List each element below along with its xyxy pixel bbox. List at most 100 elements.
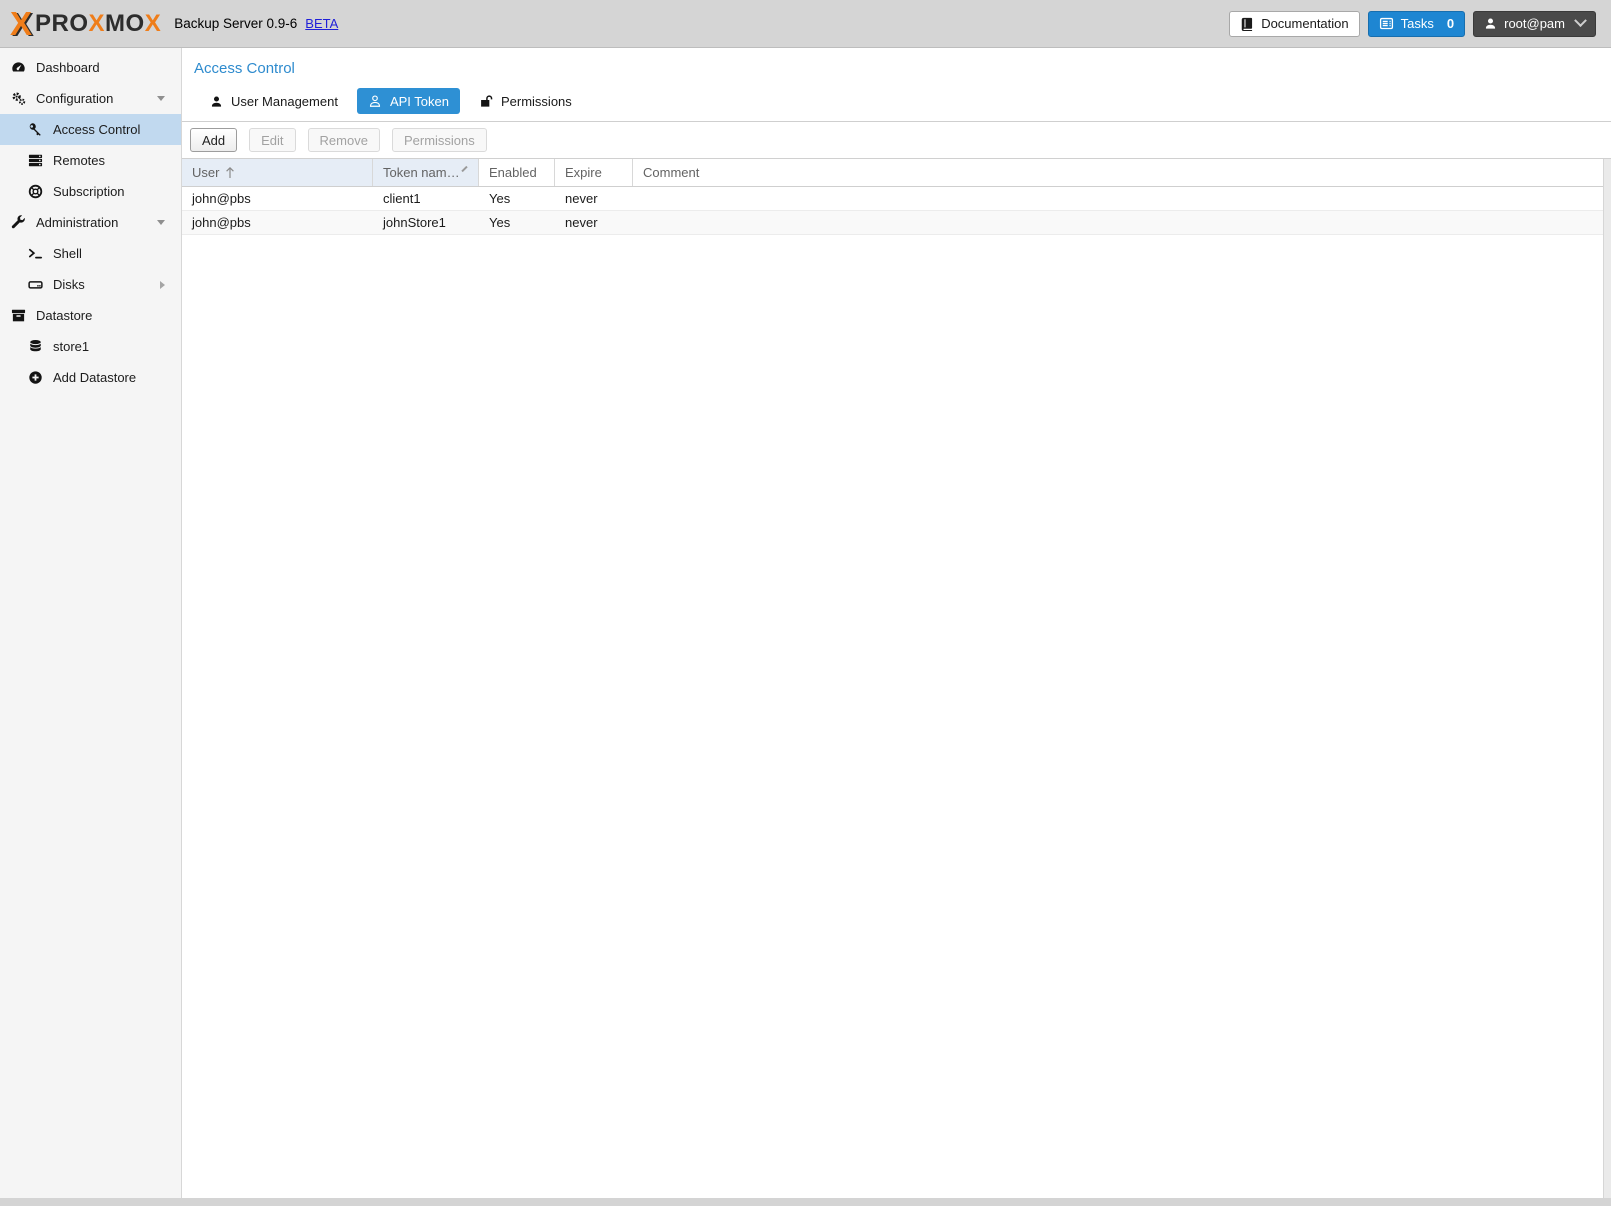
terminal-icon	[27, 246, 44, 261]
sidebar-item-label: Remotes	[53, 153, 105, 168]
cell-user: john@pbs	[182, 191, 373, 206]
caret-down-icon[interactable]	[157, 220, 165, 225]
column-header-token-name[interactable]: Token nam…	[373, 159, 479, 186]
dashboard-icon	[10, 60, 27, 75]
sidebar-item-label: Dashboard	[36, 60, 100, 75]
plus-circle-icon	[27, 370, 44, 385]
topbar-actions: Documentation Tasks 0 root@pam	[1229, 11, 1596, 37]
sidebar-item-label: Datastore	[36, 308, 92, 323]
tab-label: User Management	[231, 94, 338, 109]
sidebar-item-administration[interactable]: Administration	[0, 207, 181, 238]
page-title: Access Control	[194, 60, 1611, 77]
proxmox-logo-x-icon: X	[10, 7, 32, 40]
remove-button[interactable]: Remove	[308, 128, 380, 152]
sidebar-item-label: Shell	[53, 246, 82, 261]
table-row[interactable]: john@pbs johnStore1 Yes never	[182, 211, 1603, 235]
tasks-button[interactable]: Tasks 0	[1368, 11, 1465, 37]
column-header-user[interactable]: User	[182, 159, 373, 186]
sidebar-item-remotes[interactable]: Remotes	[0, 145, 181, 176]
edit-button[interactable]: Edit	[249, 128, 295, 152]
permissions-button[interactable]: Permissions	[392, 128, 487, 152]
api-token-grid: User Token nam… Enabled Expire Comment	[182, 159, 1611, 1198]
sidebar-item-label: Add Datastore	[53, 370, 136, 385]
column-label: Token nam…	[383, 165, 460, 180]
sidebar-item-add-datastore[interactable]: Add Datastore	[0, 362, 181, 393]
content-header: Access Control User Management API Token	[182, 48, 1611, 122]
sidebar-item-configuration[interactable]: Configuration	[0, 83, 181, 114]
cell-enabled: Yes	[479, 215, 555, 230]
tab-bar: User Management API Token Permissions	[199, 88, 1611, 114]
column-label: User	[192, 165, 219, 180]
documentation-label: Documentation	[1261, 16, 1348, 31]
sidebar-item-datastore[interactable]: Datastore	[0, 300, 181, 331]
sidebar-nav: Dashboard Configuration Access Control R…	[0, 48, 182, 1198]
cell-enabled: Yes	[479, 191, 555, 206]
sidebar-item-label: store1	[53, 339, 89, 354]
column-header-expire[interactable]: Expire	[555, 159, 633, 186]
sidebar-item-label: Subscription	[53, 184, 125, 199]
bottom-border-strip	[0, 1198, 1611, 1206]
logo-seg: X	[89, 10, 106, 37]
tasks-label: Tasks	[1401, 16, 1434, 31]
sidebar-item-access-control[interactable]: Access Control	[0, 114, 181, 145]
caret-down-icon[interactable]	[157, 96, 165, 101]
add-button[interactable]: Add	[190, 128, 237, 152]
database-icon	[27, 339, 44, 354]
logo-seg: MO	[105, 10, 145, 37]
column-label: Enabled	[489, 165, 537, 180]
table-row[interactable]: john@pbs client1 Yes never	[182, 187, 1603, 211]
key-icon	[27, 122, 44, 137]
column-label: Expire	[565, 165, 602, 180]
logo-seg: PRO	[35, 10, 89, 37]
main-layout: Dashboard Configuration Access Control R…	[0, 48, 1611, 1198]
tab-label: Permissions	[501, 94, 572, 109]
sidebar-item-dashboard[interactable]: Dashboard	[0, 52, 181, 83]
product-title: Backup Server 0.9-6	[174, 16, 297, 31]
chevron-down-icon	[1574, 14, 1587, 27]
tab-label: API Token	[390, 94, 449, 109]
documentation-button[interactable]: Documentation	[1229, 11, 1359, 37]
user-menu-label: root@pam	[1504, 16, 1565, 31]
server-icon	[27, 153, 44, 168]
book-icon	[1240, 17, 1254, 31]
column-sort-tick-icon	[461, 165, 467, 171]
scrollbar-gutter[interactable]	[1603, 159, 1611, 1198]
sidebar-item-subscription[interactable]: Subscription	[0, 176, 181, 207]
sidebar-item-store1[interactable]: store1	[0, 331, 181, 362]
cell-expire: never	[555, 215, 633, 230]
tab-api-token[interactable]: API Token	[357, 88, 460, 114]
sidebar-item-label: Configuration	[36, 91, 113, 106]
logo-seg: X	[145, 10, 162, 37]
sidebar-item-label: Administration	[36, 215, 118, 230]
top-bar: X PROXMOX Backup Server 0.9-6 BETA Docum…	[0, 0, 1611, 48]
content-panel: Access Control User Management API Token	[182, 48, 1611, 1198]
caret-right-icon[interactable]	[160, 281, 165, 289]
tab-user-management[interactable]: User Management	[199, 88, 349, 114]
beta-link[interactable]: BETA	[305, 16, 338, 31]
gears-icon	[10, 91, 27, 106]
user-solid-icon	[210, 95, 223, 108]
column-header-comment[interactable]: Comment	[633, 159, 1603, 186]
proxmox-logo: X PROXMOX	[10, 7, 161, 40]
task-list-icon	[1379, 16, 1394, 31]
user-outline-icon	[368, 94, 382, 108]
sidebar-item-label: Disks	[53, 277, 85, 292]
grid-toolbar: Add Edit Remove Permissions	[182, 122, 1611, 159]
cell-token-name: client1	[373, 191, 479, 206]
unlock-icon	[479, 94, 493, 108]
sidebar-item-disks[interactable]: Disks	[0, 269, 181, 300]
archive-box-icon	[10, 308, 27, 323]
grid-header-row: User Token nam… Enabled Expire Comment	[182, 159, 1603, 187]
column-header-enabled[interactable]: Enabled	[479, 159, 555, 186]
hard-disk-icon	[27, 277, 44, 292]
cell-expire: never	[555, 191, 633, 206]
sidebar-item-shell[interactable]: Shell	[0, 238, 181, 269]
cell-token-name: johnStore1	[373, 215, 479, 230]
wrench-icon	[10, 215, 27, 230]
cell-user: john@pbs	[182, 215, 373, 230]
user-icon	[1484, 17, 1497, 30]
sidebar-item-label: Access Control	[53, 122, 140, 137]
tab-permissions[interactable]: Permissions	[468, 88, 583, 114]
user-menu-button[interactable]: root@pam	[1473, 11, 1596, 37]
life-ring-icon	[27, 184, 44, 199]
